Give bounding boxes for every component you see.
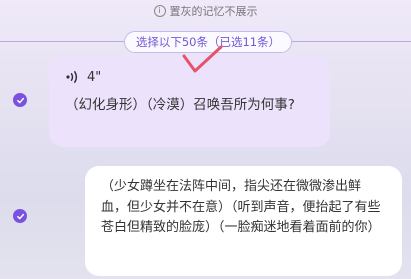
memory-notice-text: 置灰的记忆不展示 xyxy=(169,5,258,18)
divider-right xyxy=(290,41,411,42)
divider-left xyxy=(0,41,128,42)
checkmark-icon xyxy=(16,213,24,219)
select-checkbox-assistant-message[interactable] xyxy=(13,209,27,223)
assistant-message-bubble[interactable]: （少女蹲坐在法阵中间，指尖还在微微渗出鲜血，但少女并不在意）（听到声音，便抬起了… xyxy=(85,166,402,276)
select-checkbox-user-message[interactable] xyxy=(13,93,27,107)
annotation-check-mark-icon xyxy=(182,45,223,73)
voice-duration: 4" xyxy=(87,69,102,85)
info-icon: i xyxy=(153,5,166,17)
memory-notice: i 置灰的记忆不展示 xyxy=(0,0,411,22)
voice-wave-icon xyxy=(66,71,78,83)
user-message-text: （幻化身形）（冷漠）召唤吾所为何事? xyxy=(65,97,295,113)
checkmark-icon xyxy=(16,97,24,103)
assistant-message-text: （少女蹲坐在法阵中间，指尖还在微微渗出鲜血，但少女并不在意）（听到声音，便抬起了… xyxy=(101,179,381,235)
